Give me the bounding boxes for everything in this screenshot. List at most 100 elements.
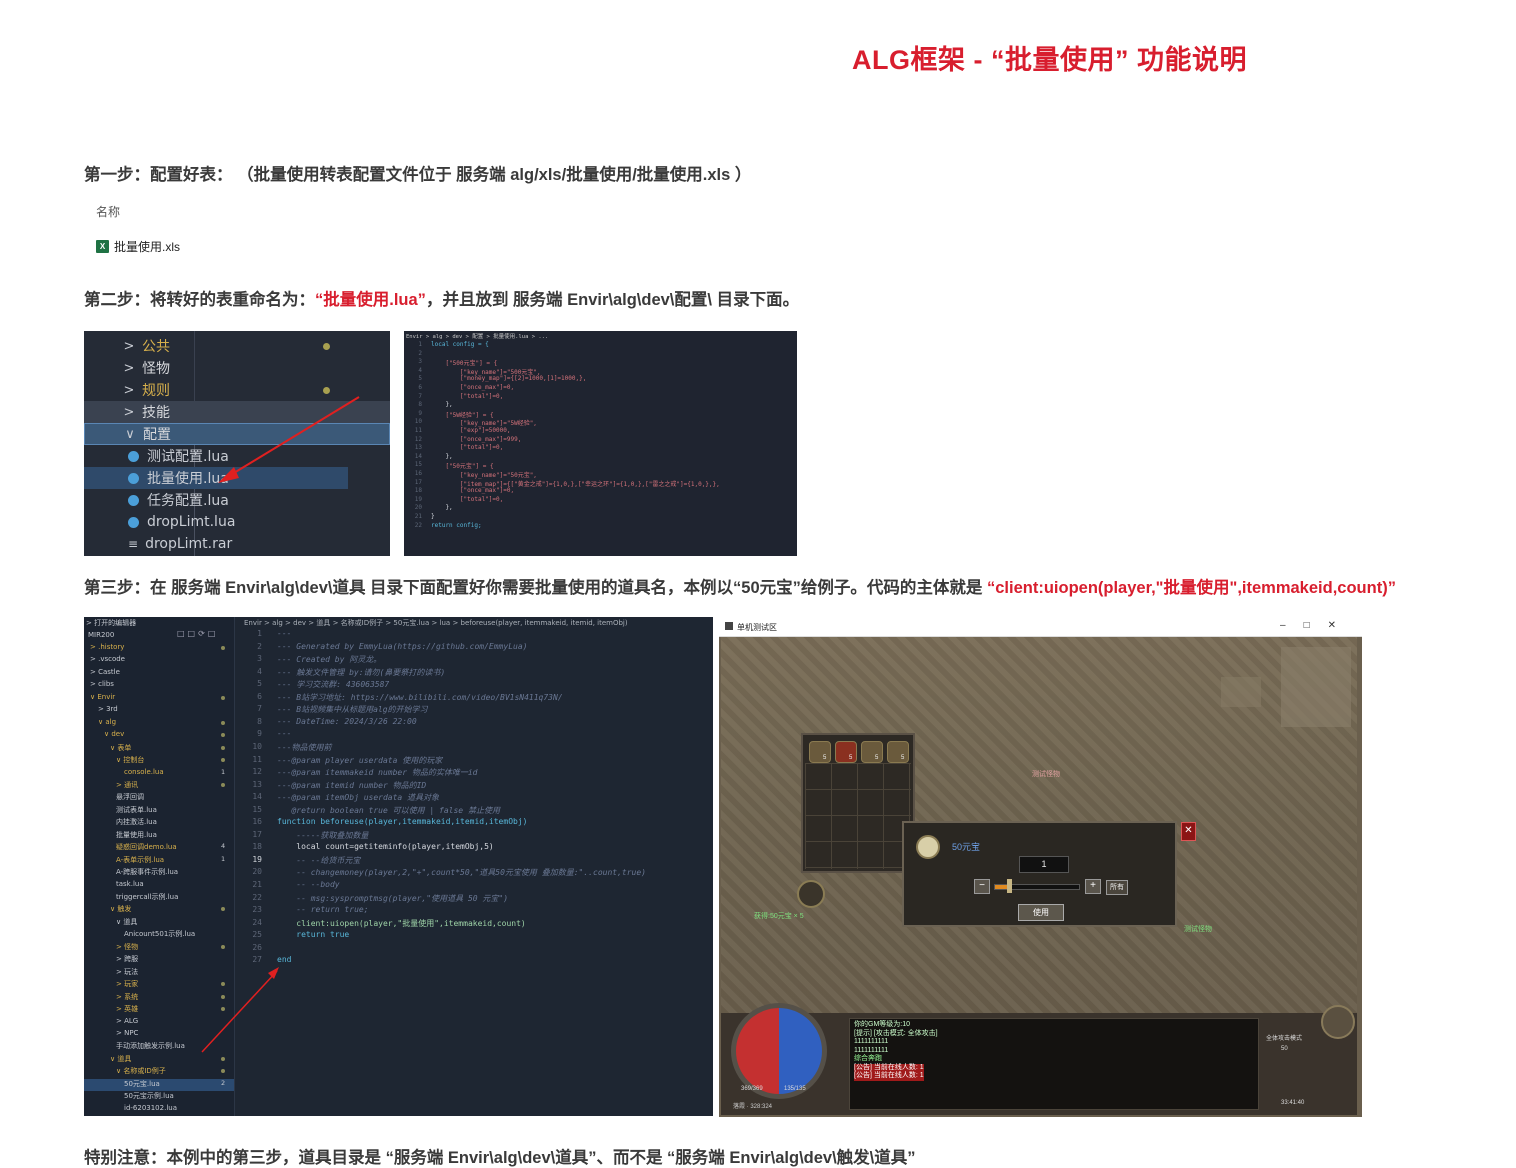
slot-count: 5 — [901, 755, 905, 761]
code-line: ["total"]=0, — [431, 495, 504, 503]
game-hud: 369/369 135/135 落霞 · 328:324 你的GM等级为:10 … — [721, 1003, 1357, 1115]
ground-label: 获得:50元宝 × 5 — [754, 913, 804, 920]
line-number: 4 — [418, 366, 422, 374]
step1-text: 第一步：配置好表： （批量使用转表配置文件位于 服务端 alg/xls/批量使用… — [84, 166, 752, 184]
vscode-panel: > 打开的编辑器 MIR200 □□⟳□ > .history > .vscode… — [84, 617, 713, 1116]
code-line: } — [431, 513, 435, 520]
line-number: 11 — [414, 427, 422, 434]
mode-text: 全体攻击模式 — [1266, 1036, 1303, 1042]
mp-text: 135/135 — [784, 1086, 806, 1092]
config-code-panel: Envir > alg > dev > 配置 > 批量使用.lua > ... … — [404, 331, 797, 556]
line-number: 19 — [414, 495, 422, 503]
slider-knob[interactable] — [1006, 879, 1012, 893]
hp-mp-orb — [731, 1003, 827, 1099]
use-button[interactable]: 使用 — [1018, 904, 1064, 921]
clock-text: 33:41:40 — [1281, 1100, 1305, 1106]
chat-warning: [公告] 当前在线人数: 1 — [854, 1072, 924, 1081]
level-text: 50 — [1281, 1046, 1288, 1052]
window-controls[interactable]: –□✕ — [1280, 620, 1354, 631]
slot-count: 5 — [875, 755, 879, 761]
quantity-input[interactable]: 1 — [1019, 856, 1069, 873]
chat-line: 综合奔跑 — [854, 1055, 882, 1062]
line-number: 17 — [414, 478, 422, 486]
file-list: 名称 X 批量使用.xls — [96, 203, 180, 255]
inventory-slot[interactable] — [809, 741, 831, 763]
step2-highlight: “批量使用.lua” — [315, 291, 426, 309]
ground-label: 测试怪物 — [1184, 926, 1212, 933]
file-row-xls[interactable]: X 批量使用.xls — [96, 238, 180, 255]
line-number: 15 — [414, 461, 422, 469]
dialog-close-button[interactable]: ✕ — [1181, 822, 1196, 841]
chat-line: 1111111111 — [854, 1038, 889, 1045]
building-sprite — [1221, 677, 1261, 707]
step2-suffix: ，并且放到 服务端 Envir\alg\dev\配置\ 目录下面。 — [425, 291, 800, 309]
line-number: 7 — [418, 392, 422, 400]
item-name: 50元宝 — [952, 842, 981, 852]
app-icon — [725, 622, 733, 630]
line-number: 1 — [418, 341, 422, 348]
step3-highlight: “client:uiopen(player,"批量使用",itemmakeid,… — [986, 579, 1396, 597]
line-number: 21 — [414, 513, 422, 520]
game-window-title: 单机测试区 — [737, 623, 777, 632]
chat-warning: [公告] 当前在线人数: 1 — [854, 1063, 924, 1072]
step3-text: 第三步：在 服务端 Envir\alg\dev\道具 目录下面配置好你需要批量使… — [84, 574, 1396, 598]
slot-count: 5 — [823, 755, 827, 761]
batch-use-dialog: 50元宝 1 − + 所有 使用 — [902, 821, 1177, 927]
line-number: 3 — [418, 358, 422, 366]
inventory-slot[interactable] — [887, 741, 909, 763]
inventory-bag: 5 5 5 5 — [801, 733, 915, 873]
plus-button[interactable]: + — [1085, 879, 1101, 894]
minus-button[interactable]: − — [974, 879, 990, 894]
code-line: }, — [431, 452, 453, 460]
line-number: 16 — [414, 470, 422, 477]
gold-button[interactable] — [797, 880, 825, 908]
game-window: 单机测试区 –□✕ 5 5 5 5 测试怪物 测试怪物 获得:50元宝 × 5 … — [719, 618, 1362, 1117]
line-number: 13 — [414, 444, 422, 452]
code-line: local config = { — [431, 341, 489, 348]
building-sprite — [1281, 647, 1351, 727]
code-line: }, — [431, 504, 453, 512]
line-number: 14 — [414, 452, 422, 460]
line-number: 5 — [418, 375, 422, 383]
chat-line: 你的GM等级为:10 — [854, 1021, 911, 1028]
code-line: ["exp"]=50000, — [431, 427, 511, 434]
hp-text: 369/369 — [741, 1086, 763, 1092]
page-title: ALG框架 - “批量使用” 功能说明 — [852, 45, 1247, 75]
line-number: 6 — [418, 384, 422, 391]
step3-prefix: 第三步：在 服务端 Envir\alg\dev\道具 目录下面配置好你需要批量使… — [84, 579, 987, 597]
all-button[interactable]: 所有 — [1106, 880, 1128, 895]
special-note: 特别注意：本例中的第三步，道具目录是 “服务端 Envir\alg\dev\道具… — [84, 1149, 916, 1167]
inventory-grid — [805, 763, 911, 869]
excel-icon: X — [96, 240, 109, 253]
code-line: ["money_map"]={[2]=1000,[1]=1000,}, — [431, 375, 587, 383]
sun-icon — [1321, 1005, 1355, 1039]
ground-label: 测试怪物 — [1032, 771, 1060, 778]
code-line: }, — [431, 401, 453, 409]
code-line: ["once_max"]=999, — [431, 435, 522, 443]
step2-text: 第二步：将转好的表重命名为：“批量使用.lua”，并且放到 服务端 Envir\… — [84, 286, 799, 310]
chat-line: 1111111111 — [854, 1046, 889, 1054]
slot-count: 5 — [849, 755, 853, 761]
line-number: 9 — [418, 409, 422, 417]
code-line: return config; — [431, 521, 482, 529]
code-line: ["total"]=0, — [431, 392, 504, 400]
code-line: ["once_max"]=0, — [431, 487, 515, 495]
item-icon — [916, 835, 940, 859]
coords-text: 落霞 · 328:324 — [733, 1104, 773, 1110]
explorer-panel: > 公共 > 怪物 > 规则 > 技能 ∨ 配置 测试配置.lua 批量使用.lua 任务配置.lua d… — [84, 331, 390, 556]
line-number: 22 — [414, 521, 422, 529]
file-list-header: 名称 — [96, 205, 121, 219]
line-number: 10 — [414, 418, 422, 426]
arrow-annotation-2 — [201, 967, 279, 1053]
line-number: 8 — [418, 401, 422, 409]
chat-line: [提示] [攻击模式: 全体攻击] — [854, 1029, 938, 1037]
chat-box[interactable]: 你的GM等级为:10 [提示] [攻击模式: 全体攻击] 1111111111 … — [849, 1018, 1259, 1110]
code-line: ["total"]=0, — [431, 444, 504, 452]
inventory-slot[interactable] — [861, 741, 883, 763]
line-number: 20 — [414, 504, 422, 512]
code-line: ["once_max"]=0, — [431, 384, 515, 391]
line-number: 12 — [414, 435, 422, 443]
config-breadcrumb: Envir > alg > dev > 配置 > 批量使用.lua > ... — [406, 334, 549, 340]
step2-prefix: 第二步：将转好的表重命名为： — [84, 291, 315, 309]
inventory-slot[interactable] — [835, 741, 857, 763]
